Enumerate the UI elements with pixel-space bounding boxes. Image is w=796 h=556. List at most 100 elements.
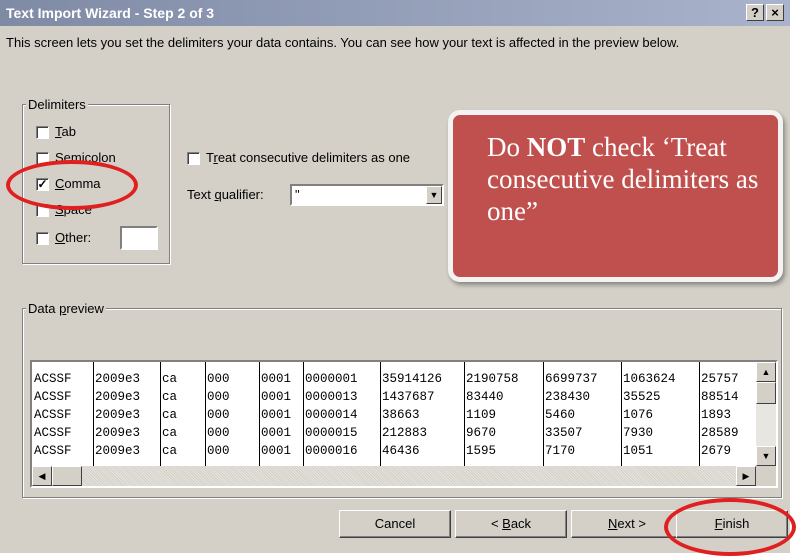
back-button[interactable]: < Back	[455, 510, 567, 538]
table-cell: 2190758	[466, 372, 519, 386]
table-cell: 38663	[382, 408, 420, 422]
table-cell: 0000016	[305, 444, 358, 458]
table-cell: ACSSF	[34, 390, 72, 404]
chevron-down-icon[interactable]: ▼	[426, 186, 442, 204]
data-preview-legend: Data preview	[26, 301, 106, 316]
other-delimiter-input[interactable]	[120, 226, 158, 250]
table-cell: ca	[162, 408, 178, 422]
table-cell: ACSSF	[34, 372, 72, 386]
table-cell: 88514	[701, 390, 739, 404]
treat-consecutive-checkbox[interactable]	[187, 152, 200, 165]
table-cell: 0001	[261, 408, 292, 422]
column-separator[interactable]	[543, 362, 544, 466]
table-cell: 2009e3	[95, 390, 141, 404]
table-cell: 1437687	[382, 390, 435, 404]
table-cell: 2009e3	[95, 372, 141, 386]
tab-label[interactable]: Tab	[55, 124, 76, 139]
table-cell: 7170	[545, 444, 576, 458]
table-cell: 2009e3	[95, 444, 141, 458]
table-cell: 000	[207, 426, 230, 440]
window-title: Text Import Wizard - Step 2 of 3	[6, 5, 215, 21]
horizontal-scrollbar[interactable]: ◀ ▶	[32, 466, 756, 486]
table-cell: 28589	[701, 426, 739, 440]
table-cell: 5460	[545, 408, 576, 422]
table-cell: 238430	[545, 390, 591, 404]
horizontal-scroll-thumb[interactable]	[52, 466, 82, 486]
delimiters-legend: Delimiters	[26, 97, 88, 112]
table-cell: 000	[207, 444, 230, 458]
warning-callout: Do NOT check ‘Treat consecutive delimite…	[448, 110, 783, 282]
table-cell: 000	[207, 390, 230, 404]
column-separator[interactable]	[303, 362, 304, 466]
table-cell: 1893	[701, 408, 732, 422]
table-cell: 9670	[466, 426, 497, 440]
table-cell: 6699737	[545, 372, 598, 386]
table-cell: 33507	[545, 426, 583, 440]
table-cell: 35525	[623, 390, 661, 404]
text-qualifier-select[interactable]: " ▼	[290, 184, 444, 206]
scroll-down-icon[interactable]: ▼	[756, 446, 776, 466]
table-cell: 000	[207, 408, 230, 422]
scroll-right-icon[interactable]: ▶	[736, 466, 756, 486]
table-cell: 1109	[466, 408, 497, 422]
table-cell: ca	[162, 444, 178, 458]
tab-checkbox[interactable]	[36, 126, 49, 139]
table-cell: 0000015	[305, 426, 358, 440]
scroll-left-icon[interactable]: ◀	[32, 466, 52, 486]
other-label[interactable]: Other:	[55, 230, 91, 245]
cancel-button[interactable]: Cancel	[339, 510, 451, 538]
table-cell: 0001	[261, 390, 292, 404]
table-cell: 212883	[382, 426, 428, 440]
column-separator[interactable]	[380, 362, 381, 466]
table-cell: ca	[162, 390, 178, 404]
column-separator[interactable]	[259, 362, 260, 466]
title-bar[interactable]: Text Import Wizard - Step 2 of 3 ? ×	[0, 0, 790, 26]
table-cell: 2679	[701, 444, 732, 458]
table-cell: 0001	[261, 372, 292, 386]
table-cell: 000	[207, 372, 230, 386]
help-button[interactable]: ?	[746, 4, 764, 21]
column-separator[interactable]	[205, 362, 206, 466]
table-cell: 0000001	[305, 372, 358, 386]
table-cell: 0001	[261, 426, 292, 440]
table-cell: ca	[162, 372, 178, 386]
table-cell: 1063624	[623, 372, 676, 386]
text-qualifier-value: "	[295, 187, 300, 202]
column-separator[interactable]	[464, 362, 465, 466]
dialog-window: Text Import Wizard - Step 2 of 3 ? × Thi…	[0, 0, 790, 553]
vertical-scroll-thumb[interactable]	[756, 382, 776, 404]
column-separator[interactable]	[160, 362, 161, 466]
comma-highlight-ring	[6, 160, 138, 210]
data-preview-grid[interactable]: ACSSF 2009e3 ca 000 0001 0000001 35914126 21907…	[30, 360, 778, 488]
table-cell: 0001	[261, 444, 292, 458]
table-cell: ACSSF	[34, 408, 72, 422]
table-cell: 0000014	[305, 408, 358, 422]
treat-consecutive-label[interactable]: Treat consecutive delimiters as one	[206, 150, 410, 165]
table-cell: ca	[162, 426, 178, 440]
table-cell: 25757	[701, 372, 739, 386]
callout-text: Do NOT check ‘Treat consecutive delimite…	[487, 132, 759, 226]
table-cell: 2009e3	[95, 408, 141, 422]
column-separator[interactable]	[699, 362, 700, 466]
table-cell: 35914126	[382, 372, 443, 386]
close-button[interactable]: ×	[766, 4, 784, 21]
table-cell: 46436	[382, 444, 420, 458]
table-cell: 83440	[466, 390, 504, 404]
description-text: This screen lets you set the delimiters …	[6, 35, 680, 50]
column-separator[interactable]	[621, 362, 622, 466]
table-cell: 1051	[623, 444, 654, 458]
table-cell: 1595	[466, 444, 497, 458]
table-cell: ACSSF	[34, 426, 72, 440]
column-separator[interactable]	[93, 362, 94, 466]
text-qualifier-label: Text qualifier:	[187, 187, 264, 202]
table-cell: 1076	[623, 408, 654, 422]
table-cell: ACSSF	[34, 444, 72, 458]
table-cell: 2009e3	[95, 426, 141, 440]
table-cell: 0000013	[305, 390, 358, 404]
vertical-scrollbar[interactable]: ▲ ▼	[756, 362, 776, 466]
scrollbar-corner	[756, 466, 776, 486]
scroll-up-icon[interactable]: ▲	[756, 362, 776, 382]
other-checkbox[interactable]	[36, 232, 49, 245]
table-cell: 7930	[623, 426, 654, 440]
finish-highlight-ring	[664, 498, 796, 556]
